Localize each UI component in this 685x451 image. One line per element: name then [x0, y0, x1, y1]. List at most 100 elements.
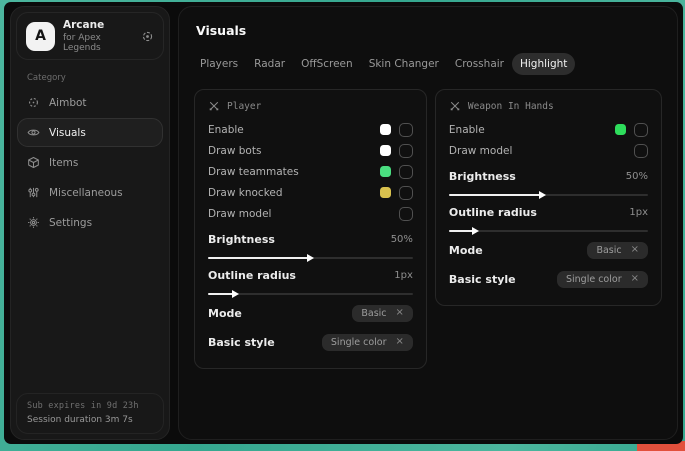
setting-label: Basic style	[208, 336, 275, 349]
draw-teammates-checkbox[interactable]	[399, 165, 413, 179]
row-outline-radius: Outline radius 1px	[449, 201, 648, 223]
app-titles: Arcane for Apex Legends	[63, 19, 133, 53]
slider-handle[interactable]	[539, 191, 546, 199]
row-basic-style: Basic styleSingle color×	[449, 266, 648, 292]
sidebar-item-label: Settings	[49, 217, 92, 229]
panels-container: PlayerEnableDraw botsDraw teammatesDraw …	[194, 89, 662, 369]
target-icon[interactable]	[141, 30, 154, 43]
enable-checkbox[interactable]	[399, 123, 413, 137]
mode-tag[interactable]: Basic×	[587, 242, 648, 259]
row-draw-knocked: Draw knocked	[208, 182, 413, 203]
brightness-slider[interactable]	[449, 194, 648, 196]
eye-icon	[27, 126, 40, 139]
panel-weapon-in-hands: Weapon In HandsEnableDraw modelBrightnes…	[435, 89, 662, 306]
crosshair-icon	[27, 96, 40, 109]
setting-label: Draw bots	[208, 145, 261, 157]
sidebar: A Arcane for Apex Legends Category Aimbo…	[10, 6, 170, 440]
outline-radius-slider[interactable]	[449, 230, 648, 232]
sidebar-item-aimbot[interactable]: Aimbot	[17, 88, 163, 117]
toggle-controls	[634, 144, 648, 158]
tab-offscreen[interactable]: OffScreen	[293, 53, 361, 75]
app-window: A Arcane for Apex Legends Category Aimbo…	[4, 2, 683, 444]
slider-handle[interactable]	[472, 227, 479, 235]
enable-color-swatch[interactable]	[615, 124, 626, 135]
sub-expires-text: Sub expires in 9d 23h	[27, 401, 153, 411]
app-subtitle: for Apex Legends	[63, 33, 133, 53]
draw-bots-checkbox[interactable]	[399, 144, 413, 158]
sidebar-nav: Aimbot Visuals Items Miscellaneous Settings	[11, 88, 169, 237]
tab-radar[interactable]: Radar	[246, 53, 293, 75]
toggle-controls	[380, 186, 413, 200]
setting-label: Draw model	[449, 145, 512, 157]
setting-label: Outline radius	[449, 206, 537, 219]
setting-label: Brightness	[449, 170, 516, 183]
sliders-icon	[27, 186, 40, 199]
draw-teammates-color-swatch[interactable]	[380, 166, 391, 177]
mode-tag[interactable]: Basic×	[352, 305, 413, 322]
gear-icon	[27, 216, 40, 229]
close-icon[interactable]: ×	[396, 308, 404, 318]
close-icon[interactable]: ×	[396, 337, 404, 347]
tab-label: Skin Changer	[369, 58, 439, 70]
sidebar-item-label: Visuals	[49, 127, 86, 139]
panel-header: Weapon In Hands	[449, 100, 648, 112]
row-mode: ModeBasic×	[208, 300, 413, 326]
main-panel: Visuals PlayersRadarOffScreenSkin Change…	[178, 6, 678, 440]
sidebar-item-miscellaneous[interactable]: Miscellaneous	[17, 178, 163, 207]
sidebar-item-label: Aimbot	[49, 97, 87, 109]
tag-value: Single color	[331, 337, 387, 348]
sidebar-item-items[interactable]: Items	[17, 148, 163, 177]
brightness-value: 50%	[391, 234, 413, 245]
draw-bots-color-swatch[interactable]	[380, 145, 391, 156]
tab-label: Crosshair	[455, 58, 504, 70]
enable-color-swatch[interactable]	[380, 124, 391, 135]
outline-radius-value: 1px	[394, 270, 413, 281]
panel-player: PlayerEnableDraw botsDraw teammatesDraw …	[194, 89, 427, 369]
tab-crosshair[interactable]: Crosshair	[447, 53, 512, 75]
enable-checkbox[interactable]	[634, 123, 648, 137]
tag-value: Single color	[566, 274, 622, 285]
row-draw-teammates: Draw teammates	[208, 161, 413, 182]
slider-fill	[449, 194, 543, 196]
toggle-controls	[399, 207, 413, 221]
draw-model-checkbox[interactable]	[399, 207, 413, 221]
desktop-background: A Arcane for Apex Legends Category Aimbo…	[0, 0, 685, 451]
draw-model-checkbox[interactable]	[634, 144, 648, 158]
sidebar-item-label: Miscellaneous	[49, 187, 123, 199]
setting-label: Draw model	[208, 208, 271, 220]
slider-handle[interactable]	[307, 254, 314, 262]
close-icon[interactable]: ×	[631, 245, 639, 255]
basic-style-tag[interactable]: Single color ×	[557, 271, 648, 288]
draw-knocked-color-swatch[interactable]	[380, 187, 391, 198]
tab-skin-changer[interactable]: Skin Changer	[361, 53, 447, 75]
sidebar-item-settings[interactable]: Settings	[17, 208, 163, 237]
tab-players[interactable]: Players	[192, 53, 246, 75]
outline-radius-value: 1px	[629, 207, 648, 218]
sidebar-item-label: Items	[49, 157, 78, 169]
panel-title: Weapon In Hands	[468, 101, 554, 112]
app-header-card: A Arcane for Apex Legends	[16, 12, 164, 60]
row-brightness: Brightness50%	[449, 165, 648, 187]
toggle-controls	[380, 144, 413, 158]
slider-fill	[208, 257, 310, 259]
toggle-controls	[380, 123, 413, 137]
tab-label: Players	[200, 58, 238, 70]
session-duration-text: Session duration 3m 7s	[27, 415, 153, 425]
sidebar-item-visuals[interactable]: Visuals	[17, 118, 163, 147]
tab-bar: Players RadarOffScreen Skin Changer Crossha…	[192, 53, 662, 75]
toggle-controls	[615, 123, 648, 137]
brightness-slider[interactable]	[208, 257, 413, 259]
setting-label: Outline radius	[208, 269, 296, 282]
outline-radius-slider[interactable]	[208, 293, 413, 295]
basic-style-tag[interactable]: Single color ×	[322, 334, 413, 351]
close-icon[interactable]: ×	[631, 274, 639, 284]
setting-label: Draw teammates	[208, 166, 299, 178]
draw-knocked-checkbox[interactable]	[399, 186, 413, 200]
setting-label: Draw knocked	[208, 187, 283, 199]
row-draw-bots: Draw bots	[208, 140, 413, 161]
setting-label: Enable	[208, 124, 244, 136]
tab-highlight[interactable]: Highlight	[512, 53, 575, 75]
slider-handle[interactable]	[232, 290, 239, 298]
row-basic-style: Basic style Single color ×	[208, 329, 413, 355]
slider-fill	[208, 293, 235, 295]
